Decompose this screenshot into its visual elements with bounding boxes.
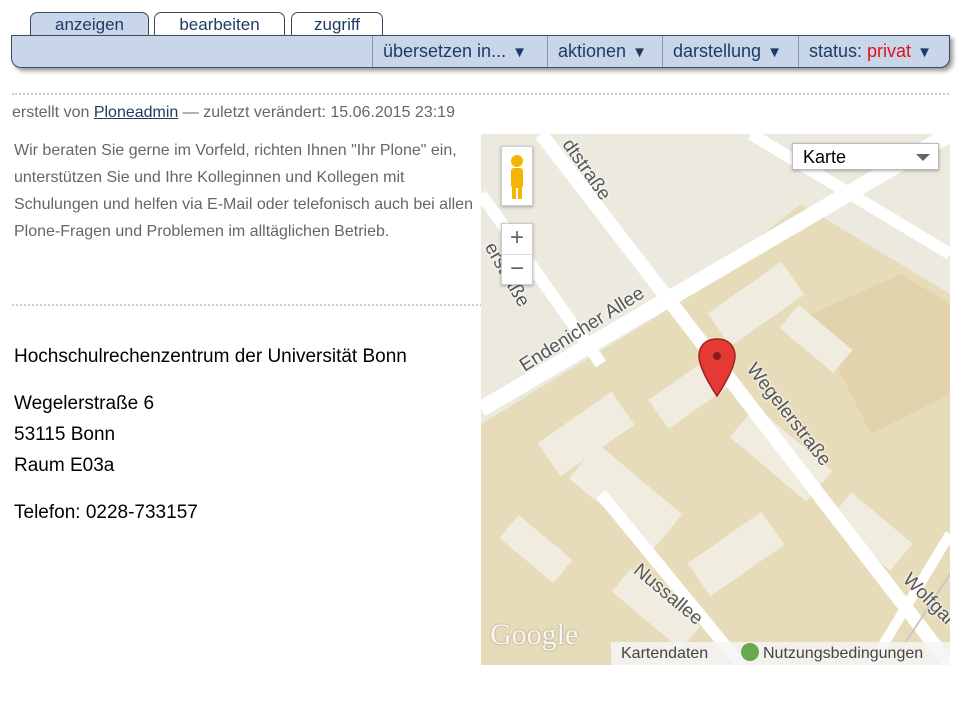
map-data-link[interactable]: Kartendaten <box>621 642 708 665</box>
document-description: Wir beraten Sie gerne im Vorfeld, richte… <box>14 142 473 240</box>
chevron-down-icon: ▼ <box>632 44 647 61</box>
globe-icon <box>741 643 759 661</box>
status-menu[interactable]: status: privat ▼ <box>798 36 942 67</box>
divider <box>12 304 482 306</box>
terms-label: Nutzungsbedingungen <box>763 645 924 662</box>
map-footer: Kartendaten Nutzungsbedingungen <box>611 642 950 665</box>
tab-anzeigen[interactable]: anzeigen <box>30 12 149 36</box>
modified-date: — zuletzt verändert: 15.06.2015 23:19 <box>182 104 455 121</box>
address-city: 53115 Bonn <box>14 424 116 445</box>
document-byline: erstellt von Ploneadmin — zuletzt veränd… <box>12 104 455 122</box>
postal-address: Wegelerstraße 6 53115 Bonn Raum E03a <box>14 388 154 481</box>
street-view-pegman-icon[interactable] <box>501 146 533 206</box>
content-actions-bar: übersetzen in... ▼ aktionen ▼ darstellung ▼… <box>11 35 950 68</box>
status-value: privat <box>867 41 912 61</box>
map-tiles <box>481 134 950 665</box>
actions-menu-label: aktionen <box>558 41 627 61</box>
terms-link[interactable]: Nutzungsbedingungen <box>741 642 923 665</box>
status-label: status: <box>809 41 863 61</box>
google-map[interactable]: Endenicher Allee Wegelerstraße Nussallee… <box>481 134 950 665</box>
chevron-down-icon: ▼ <box>512 44 527 61</box>
display-menu[interactable]: darstellung ▼ <box>662 36 792 67</box>
tab-bearbeiten[interactable]: bearbeiten <box>154 12 285 36</box>
actions-menu[interactable]: aktionen ▼ <box>547 36 657 67</box>
organization-name: Hochschulrechenzentrum der Universität B… <box>14 346 407 367</box>
chevron-down-icon: ▼ <box>917 44 932 61</box>
tab-zugriff[interactable]: zugriff <box>291 12 383 36</box>
byline-prefix: erstellt von <box>12 104 90 121</box>
caret-down-icon <box>916 154 930 161</box>
address-room: Raum E03a <box>14 455 115 476</box>
phone-number: Telefon: 0228-733157 <box>14 502 198 523</box>
chevron-down-icon: ▼ <box>767 44 782 61</box>
map-type-select[interactable]: Karte <box>792 143 939 170</box>
google-logo: Google <box>490 618 579 651</box>
zoom-out-button[interactable]: − <box>502 254 532 285</box>
divider <box>12 93 949 95</box>
display-menu-label: darstellung <box>673 41 762 61</box>
address-street: Wegelerstraße 6 <box>14 393 155 414</box>
map-type-value: Karte <box>803 147 847 167</box>
translate-menu[interactable]: übersetzen in... ▼ <box>372 36 537 67</box>
author-link[interactable]: Ploneadmin <box>94 104 179 121</box>
zoom-in-button[interactable]: + <box>502 224 532 254</box>
zoom-control: + − <box>501 223 533 285</box>
translate-menu-label: übersetzen in... <box>383 41 507 61</box>
